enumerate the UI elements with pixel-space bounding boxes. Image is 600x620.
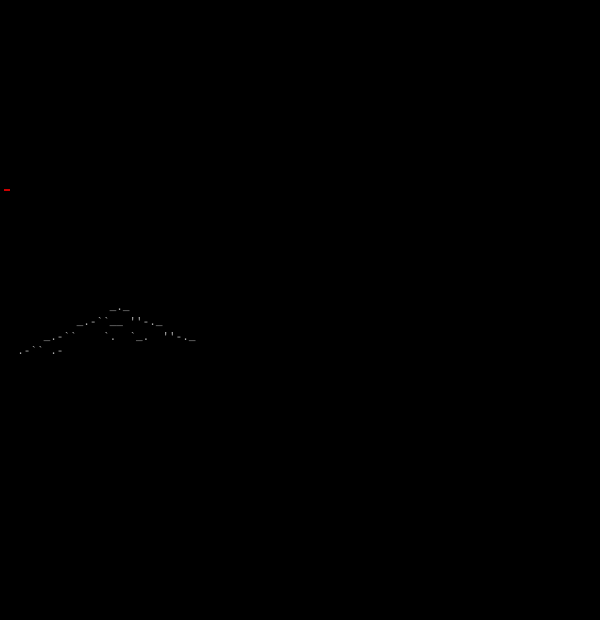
terminal[interactable]: _._ _.-``__ ''-._ _.-`` `. `_. ''-._ .-`… — [4, 63, 596, 360]
command-highlight — [4, 189, 10, 191]
redis-banner: _._ _.-``__ ''-._ _.-`` `. `_. ''-._ .-`… — [4, 302, 268, 359]
prompt-run — [4, 183, 10, 195]
